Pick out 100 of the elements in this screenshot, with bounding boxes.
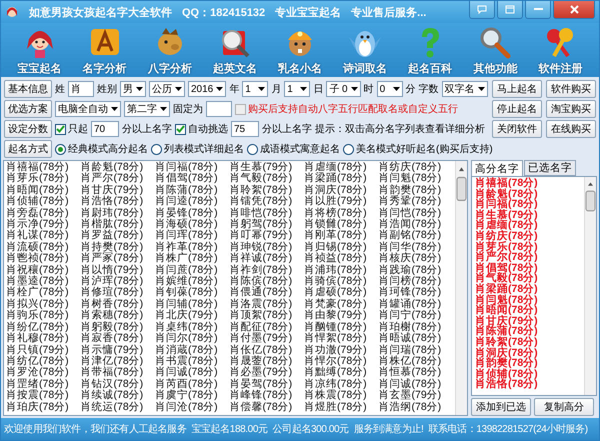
- name-cell[interactable]: 肖虐缅(78分): [304, 162, 378, 174]
- panel-button[interactable]: 优选方案: [4, 100, 52, 118]
- name-cell[interactable]: 肖梁踊(78分): [304, 173, 378, 185]
- name-cell[interactable]: 肖躬驾(78分): [230, 219, 304, 230]
- name-cell[interactable]: 肖纺庆(78分): [378, 162, 453, 174]
- list-item[interactable]: 肖洞庆(78分): [475, 348, 581, 358]
- input-field[interactable]: 70: [91, 121, 119, 137]
- name-cell[interactable]: 肖流硕(78分): [6, 242, 80, 254]
- radio-button[interactable]: [151, 144, 162, 154]
- dropdown[interactable]: 1: [242, 81, 268, 97]
- skin-button[interactable]: [497, 1, 523, 19]
- name-cell[interactable]: 肖芮酉(78分): [155, 378, 230, 390]
- list-item[interactable]: 肖严尔(78分): [475, 252, 581, 263]
- name-cell[interactable]: 肖祚剑(78分): [230, 264, 304, 276]
- name-cell[interactable]: 肖闫宁(78分): [378, 310, 453, 322]
- list-item[interactable]: 肖甘庆(79分): [475, 316, 581, 326]
- name-cell[interactable]: 肖珀榭(78分): [378, 322, 453, 334]
- name-cell[interactable]: 肖驹乐(78分): [6, 310, 80, 322]
- name-cell[interactable]: 肖钊葆(78分): [155, 287, 230, 299]
- name-cell[interactable]: 肖祝穰(78分): [6, 264, 80, 276]
- name-cell[interactable]: 肖祯益(78分): [304, 253, 378, 265]
- name-cell[interactable]: 肖纷亿(78分): [6, 322, 80, 334]
- dropdown[interactable]: 双字名: [442, 81, 488, 97]
- name-cell[interactable]: 肖凉纬(78分): [304, 378, 378, 390]
- input-field[interactable]: 肖: [68, 81, 94, 97]
- name-cell[interactable]: 肖珅锐(78分): [230, 242, 304, 254]
- name-cell[interactable]: 肖晤闻(78分): [6, 184, 80, 196]
- name-cell[interactable]: 肖晏锋(78分): [155, 208, 230, 220]
- list-item[interactable]: 肖芽乐(78分): [475, 242, 581, 252]
- name-cell[interactable]: 肖虐硕(78分): [304, 287, 378, 299]
- name-cell[interactable]: 肖严尔(78分): [80, 173, 155, 185]
- name-cell[interactable]: 肖拟兴(78分): [6, 298, 80, 310]
- name-cell[interactable]: 肖礼穆(78分): [6, 333, 80, 344]
- name-cell[interactable]: 肖副铭(78分): [378, 230, 453, 242]
- name-cell[interactable]: 肖罗益(78分): [80, 230, 155, 242]
- toolbar-button[interactable]: 软件注册: [528, 23, 593, 77]
- list-item[interactable]: 肖倡驾(78分): [475, 262, 581, 274]
- name-cell[interactable]: 肖罗沧(78分): [6, 367, 80, 379]
- name-cell[interactable]: 肖北庆(79分): [155, 310, 230, 322]
- name-cell[interactable]: 肖由黎(79分): [304, 310, 378, 322]
- action-button[interactable]: 在线购买: [546, 120, 596, 138]
- name-cell[interactable]: 肖示净(79分): [6, 219, 80, 230]
- name-cell[interactable]: 肖罐诵(78分): [378, 298, 453, 310]
- name-cell[interactable]: 肖以惰(79分): [80, 264, 155, 276]
- name-cell[interactable]: 肖珂锋(78分): [378, 287, 453, 299]
- name-cell[interactable]: 肖悍絮(78分): [304, 333, 378, 344]
- name-cell[interactable]: 肖恒慕(78分): [378, 367, 453, 379]
- name-cell[interactable]: 肖将榜(78分): [304, 208, 378, 220]
- name-cell[interactable]: 肖楷肱(78分): [80, 219, 155, 230]
- list-item[interactable]: 肖禧福(78分): [475, 178, 581, 189]
- name-cell[interactable]: 肖黜缚(78分): [304, 367, 378, 379]
- minimize-button[interactable]: [525, 1, 551, 19]
- name-cell[interactable]: 肖闫逵(78分): [155, 196, 230, 208]
- name-cell[interactable]: 肖浩恪(78分): [80, 196, 155, 208]
- name-cell[interactable]: 肖津亿(78分): [80, 356, 155, 368]
- name-cell[interactable]: 肖晟蓥(78分): [230, 356, 304, 368]
- dropdown[interactable]: 电脑全自动: [55, 101, 121, 117]
- list-item[interactable]: 肖浩恪(78分): [475, 379, 581, 390]
- name-cell[interactable]: 肖续诚(78分): [80, 390, 155, 402]
- name-cell[interactable]: 肖必墨(79分): [230, 367, 304, 379]
- name-cell[interactable]: 肖闫尔(78分): [155, 333, 230, 344]
- dropdown[interactable]: 子 0: [326, 81, 361, 97]
- tab[interactable]: 已选名字: [524, 160, 576, 176]
- name-cell[interactable]: 肖消蔵(78分): [155, 344, 230, 356]
- name-cell[interactable]: 肖刚革(78分): [304, 230, 378, 242]
- name-cell[interactable]: 肖玄墨(79分): [378, 390, 453, 402]
- name-cell[interactable]: 肖洞庆(78分): [304, 184, 378, 196]
- name-cell[interactable]: 肖书震(78分): [155, 356, 230, 368]
- name-cell[interactable]: 肖修瑄(78分): [80, 287, 155, 299]
- dropdown[interactable]: 1: [284, 81, 310, 97]
- dropdown[interactable]: 0: [376, 81, 403, 97]
- list-item[interactable]: 肖梁踊(78分): [475, 284, 581, 295]
- panel-button[interactable]: 基本信息: [4, 80, 52, 98]
- name-cell[interactable]: 肖归锡(78分): [304, 242, 378, 254]
- name-cell[interactable]: 肖以胜(79分): [304, 196, 378, 208]
- list-button[interactable]: 复制高分: [534, 398, 594, 416]
- list-item[interactable]: 肖韵樊(78分): [475, 358, 581, 369]
- name-cell[interactable]: 肖峰锋(78分): [230, 390, 304, 402]
- list-item[interactable]: 肖生慕(79分): [475, 210, 581, 220]
- action-button[interactable]: 停止起名: [492, 100, 542, 118]
- name-cell[interactable]: 肖偎通(78分): [230, 287, 304, 299]
- name-cell[interactable]: 肖倡驾(78分): [155, 173, 230, 185]
- name-cell[interactable]: 肖陈傧(78分): [230, 276, 304, 288]
- toolbar-button[interactable]: 起英文名: [202, 23, 268, 77]
- name-cell[interactable]: 肖韵樊(78分): [378, 184, 453, 196]
- list-item[interactable]: 肖虐缅(78分): [475, 220, 581, 231]
- name-cell[interactable]: 肖功澈(79分): [304, 344, 378, 356]
- name-cell[interactable]: 肖闫辅(78分): [155, 298, 230, 310]
- name-cell[interactable]: 肖钻汉(78分): [80, 378, 155, 390]
- name-cell[interactable]: 肖付墨(79分): [230, 333, 304, 344]
- name-cell[interactable]: 肖严冢(78分): [80, 253, 155, 265]
- name-cell[interactable]: 肖浩纲(78分): [378, 402, 453, 413]
- name-cell[interactable]: 肖梵豪(78分): [304, 298, 378, 310]
- name-cell[interactable]: 肖按震(78分): [6, 390, 80, 402]
- toolbar-button[interactable]: 诗词取名: [332, 23, 398, 77]
- list-item[interactable]: 肖侦辅(78分): [475, 368, 581, 380]
- list-item[interactable]: 肖陈蒲(78分): [475, 326, 581, 337]
- action-button[interactable]: 马上起名: [492, 80, 542, 98]
- toolbar-button[interactable]: 名字分析: [72, 23, 138, 77]
- name-cell[interactable]: 肖虞宁(78分): [155, 390, 230, 402]
